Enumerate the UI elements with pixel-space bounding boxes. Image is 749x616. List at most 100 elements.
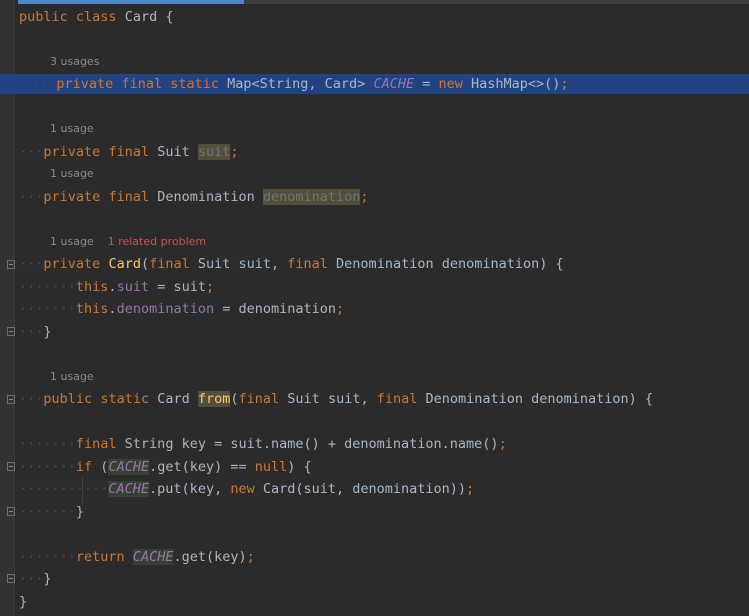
keyword: private (43, 144, 101, 160)
fold-collapse-icon[interactable] (7, 327, 15, 336)
semicolon: ; (205, 279, 215, 295)
fold-collapse-icon[interactable] (7, 507, 15, 516)
field-name: denomination (116, 301, 215, 317)
class-name: Card { (116, 9, 174, 25)
statement-text: .get(key) (173, 549, 247, 565)
code-line-return[interactable]: ·······return CACHE.get(key); (19, 547, 749, 567)
keyword: final (108, 189, 150, 205)
fold-collapse-icon[interactable] (7, 462, 15, 471)
keyword: if (75, 459, 93, 475)
semicolon: ; (498, 436, 507, 452)
usage-hint[interactable]: 3 usages (50, 55, 99, 68)
statement-text: Card(suit, denomination)) (254, 481, 467, 497)
keyword: final (121, 76, 163, 92)
indent-dots: ······· (19, 504, 76, 520)
semicolon: ; (466, 481, 475, 497)
operator: = (414, 76, 439, 92)
dot: . (108, 301, 117, 317)
indent-dots: ··········· (19, 481, 109, 497)
brace: } (75, 504, 85, 520)
semicolon: ; (560, 76, 569, 92)
paren: ( (92, 459, 109, 475)
return-type: Card (149, 391, 198, 407)
paren: ( (140, 256, 150, 272)
active-tab-indicator[interactable] (18, 0, 244, 4)
problem-hint[interactable]: 1 related problem (108, 235, 206, 248)
indent-dots: ··· (32, 76, 57, 92)
code-line-if[interactable]: ·······if (CACHE.get(key) == null) { (19, 457, 749, 477)
type-text: Suit (149, 144, 198, 160)
statement-text: .put(key, (149, 481, 231, 497)
indent-dots: ··· (19, 391, 44, 407)
code-line-key-decl[interactable]: ·······final String key = suit.name() + … (19, 434, 749, 454)
keyword: static (100, 391, 150, 407)
param-text: Denomination denomination) { (417, 391, 654, 407)
keyword: public (19, 9, 68, 25)
type-text: Denomination (149, 189, 263, 205)
semicolon: ; (336, 301, 345, 317)
semicolon: ; (360, 189, 369, 205)
indent-dots: ······· (19, 459, 76, 475)
usage-hint[interactable]: 1 usage (50, 122, 94, 135)
keyword: class (75, 9, 117, 25)
code-line-constructor[interactable]: ···private Card(final Suit suit, final D… (19, 254, 749, 274)
keyword: static (170, 76, 219, 92)
fold-collapse-icon[interactable] (7, 395, 15, 404)
method-name: from (197, 391, 231, 407)
statement-text: .get(key) == (149, 459, 255, 475)
brace: } (43, 324, 52, 340)
fold-collapse-icon[interactable] (7, 574, 15, 583)
field-name: denomination (262, 189, 361, 205)
param-text: Suit suit, (189, 256, 288, 272)
code-line-close-class[interactable]: } (19, 592, 749, 612)
tab-strip-background (244, 0, 749, 4)
code-line-assign-suit[interactable]: ·······this.suit = suit; (19, 277, 749, 297)
indent-dots: ······· (19, 279, 76, 295)
code-line-cache-put[interactable]: ···········CACHE.put(key, new Card(suit,… (19, 479, 749, 499)
keyword: new (230, 481, 255, 497)
type-text: Map<String, Card> (219, 76, 374, 92)
paren: ( (230, 391, 239, 407)
dot: . (108, 279, 117, 295)
keyword: final (238, 391, 280, 407)
assign-text: = denomination (214, 301, 337, 317)
code-line-close-brace[interactable]: ···} (19, 322, 749, 342)
keyword: this (75, 301, 109, 317)
field-name: suit (116, 279, 150, 295)
keyword: new (438, 76, 463, 92)
indent-dots: ··· (19, 324, 44, 340)
static-field: CACHE (108, 481, 150, 497)
indent-dots: ··· (19, 144, 44, 160)
keyword: public (43, 391, 93, 407)
code-line-denomination-field[interactable]: ···private final Denomination denominati… (19, 187, 749, 207)
code-line-suit-field[interactable]: ···private final Suit suit; (19, 142, 749, 162)
usage-hint[interactable]: 1 usage (50, 370, 94, 383)
usage-hint[interactable]: 1 usage 1 related problem (50, 235, 206, 248)
indent-dots: ······· (19, 549, 76, 565)
indent-dots: ······· (19, 301, 76, 317)
code-line-assign-denomination[interactable]: ·······this.denomination = denomination; (19, 299, 749, 319)
static-field: CACHE (132, 549, 174, 565)
indent-dots: ··· (19, 189, 44, 205)
fold-collapse-icon[interactable] (7, 260, 15, 269)
editor-tab-strip (0, 0, 749, 5)
field-name: suit (197, 144, 231, 160)
constructor-name: Card (108, 256, 141, 272)
keyword: final (75, 436, 117, 452)
code-line-class-decl[interactable]: public class Card { (19, 7, 749, 27)
brace: } (19, 594, 28, 610)
param-text: Suit suit, (279, 391, 377, 407)
code-line-from-method[interactable]: ···public static Card from(final Suit su… (19, 389, 749, 409)
keyword: private (43, 189, 101, 205)
code-line-close-method[interactable]: ···} (19, 569, 749, 589)
keyword: private (43, 256, 101, 272)
code-line-close-if[interactable]: ·······} (19, 502, 749, 522)
code-line-cache-field[interactable]: ···private final static Map<String, Card… (0, 74, 749, 94)
assign-text: = suit (149, 279, 206, 295)
brace: } (43, 571, 52, 587)
usage-hint[interactable]: 1 usage (50, 167, 94, 180)
param-text: Denomination denomination) { (327, 256, 564, 272)
